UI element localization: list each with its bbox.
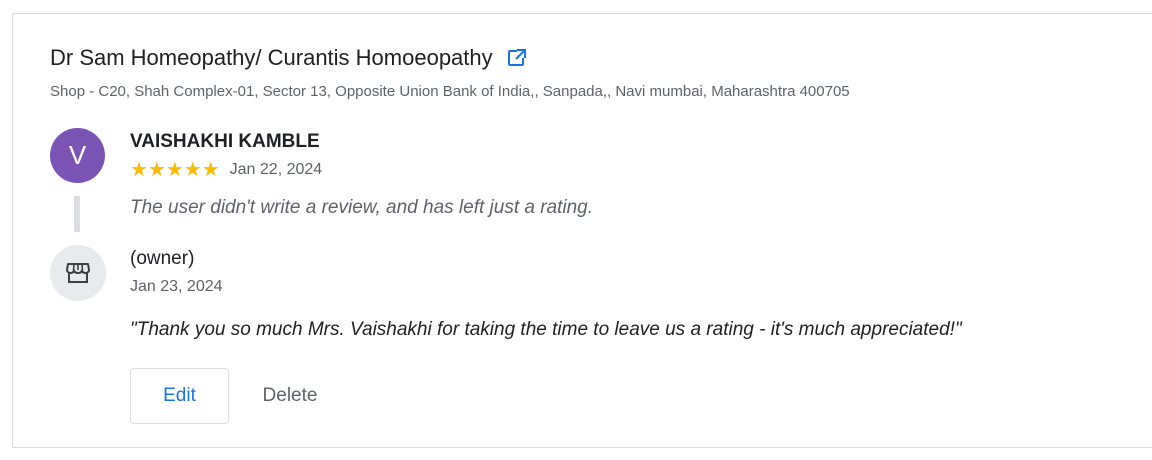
business-address: Shop - C20, Shah Complex-01, Sector 13, … xyxy=(50,83,850,100)
review-text: The user didn't write a review, and has … xyxy=(130,197,594,218)
business-name[interactable]: Dr Sam Homeopathy/ Curantis Homoeopathy xyxy=(50,45,493,71)
delete-button[interactable]: Delete xyxy=(243,368,337,424)
owner-reply-text: "Thank you so much Mrs. Vaishakhi for ta… xyxy=(130,319,962,340)
storefront-icon xyxy=(50,245,106,301)
rating-row: ★★★★★ Jan 22, 2024 xyxy=(130,160,322,180)
reviewer-name: VAISHAKHI KAMBLE xyxy=(130,131,320,152)
edit-button[interactable]: Edit xyxy=(130,368,229,424)
owner-label: (owner) xyxy=(130,248,195,269)
review-date: Jan 22, 2024 xyxy=(229,161,323,178)
external-link-icon[interactable] xyxy=(507,48,527,68)
review-card: Dr Sam Homeopathy/ Curantis Homoeopathy … xyxy=(12,13,1152,448)
star-rating: ★★★★★ xyxy=(130,159,220,181)
owner-reply-date: Jan 23, 2024 xyxy=(130,278,223,295)
business-title: Dr Sam Homeopathy/ Curantis Homoeopathy xyxy=(50,45,527,71)
reviewer-avatar: V xyxy=(50,128,105,183)
thread-line xyxy=(74,196,80,232)
